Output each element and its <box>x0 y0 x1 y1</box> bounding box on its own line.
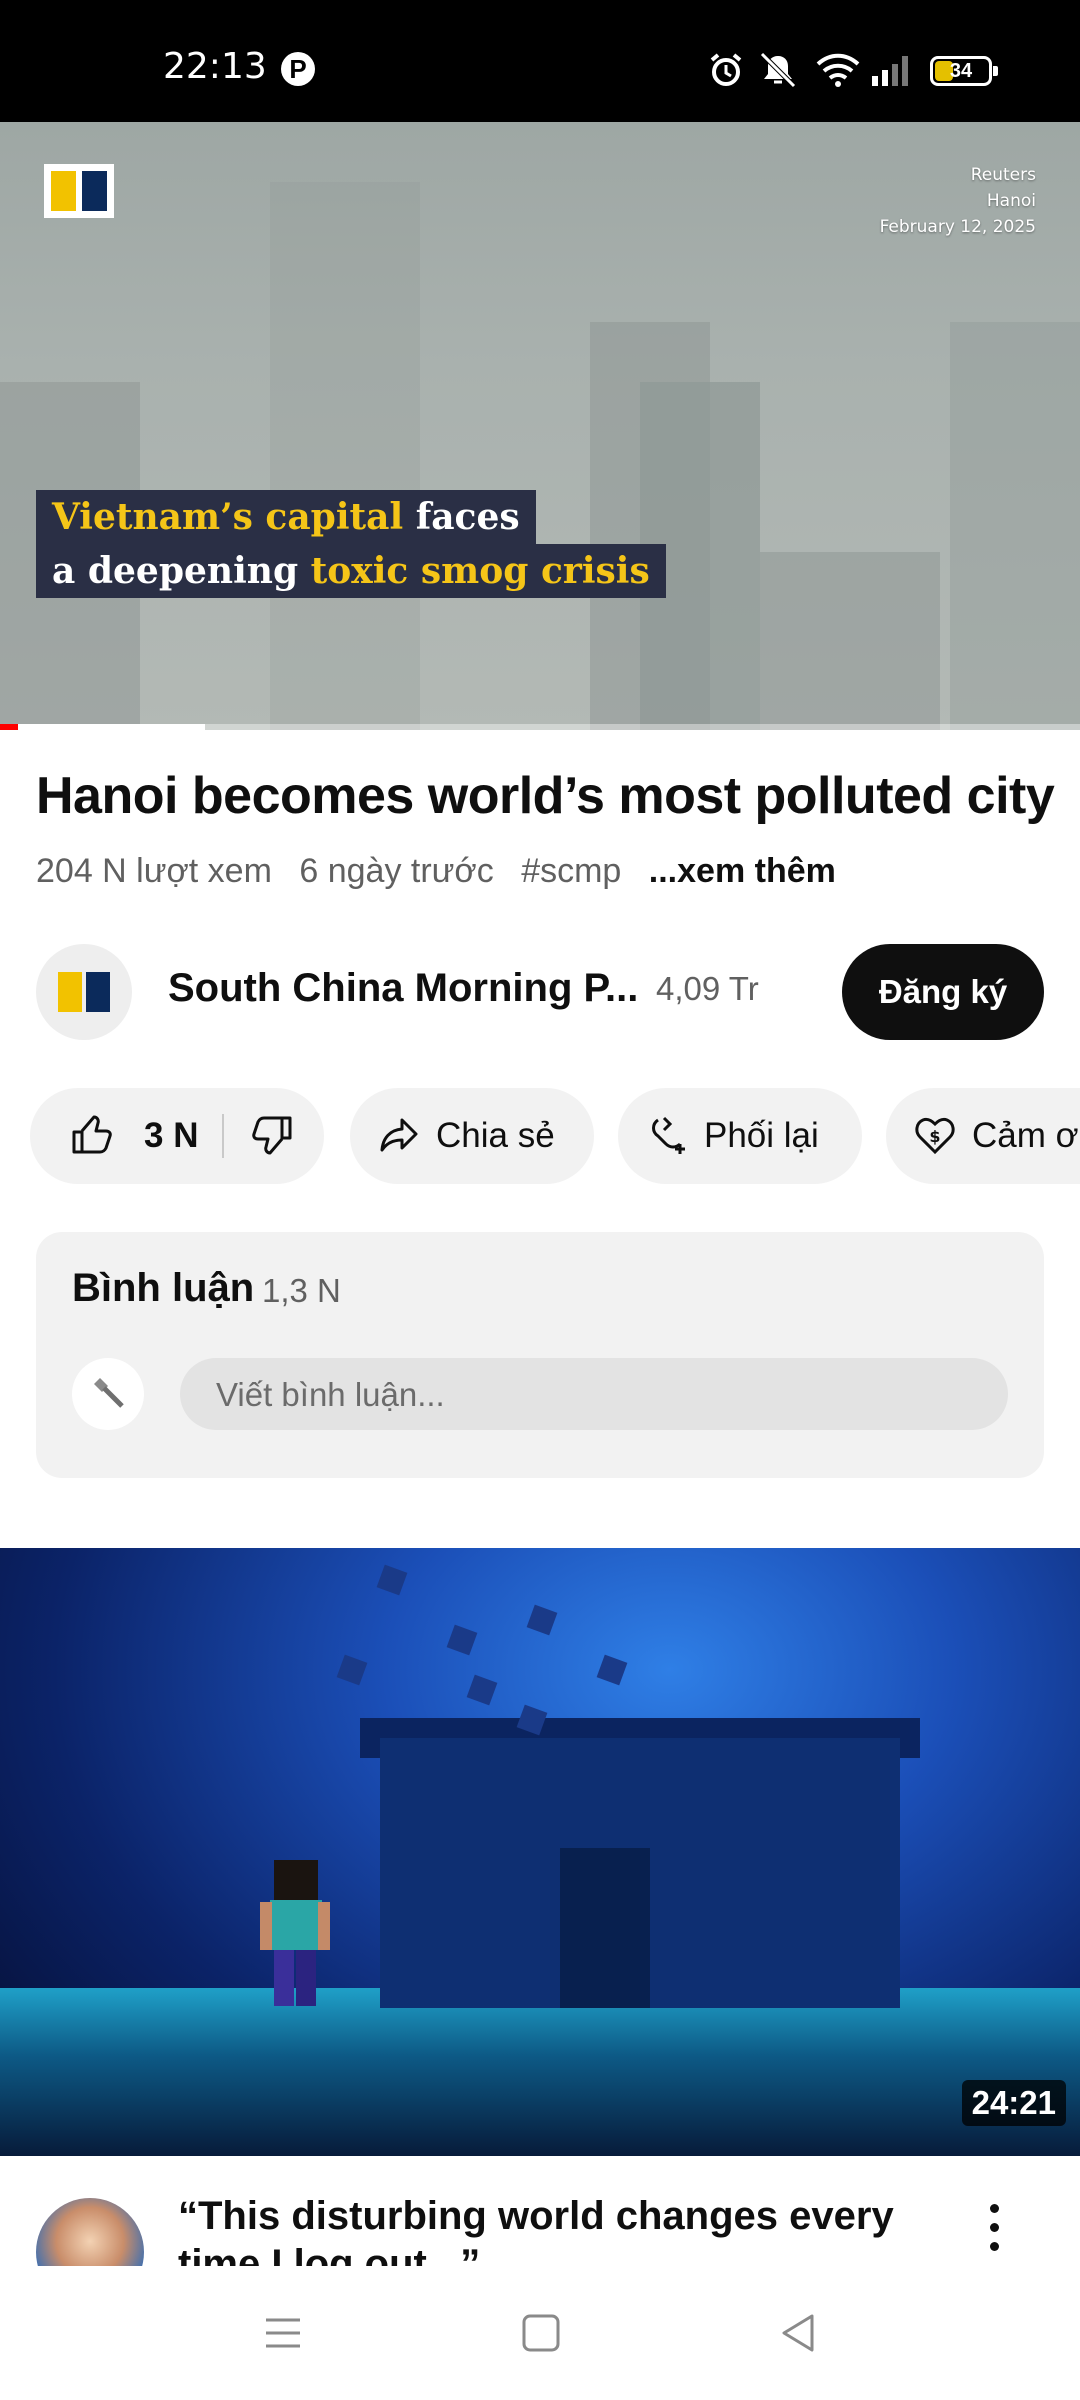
next-video-thumbnail[interactable]: 24:21 <box>0 1548 1080 2156</box>
caption-text-2: a deepening <box>52 550 311 592</box>
video-player[interactable]: Reuters Hanoi February 12, 2025 Vietnam’… <box>0 122 1080 730</box>
thanks-label: Cảm ơ <box>972 1116 1079 1155</box>
comments-count: 1,3 N <box>262 1272 341 1309</box>
credit-source: Reuters <box>970 165 1036 185</box>
comments-title: Bình luận <box>72 1266 255 1310</box>
scmp-logo <box>44 164 114 218</box>
next-video-title[interactable]: “This disturbing world changes every tim… <box>178 2192 938 2266</box>
video-details: Hanoi becomes world’s most polluted city… <box>0 730 1080 2400</box>
comments-section[interactable]: Bình luận 1,3 N Viết bình luận... <box>36 1232 1044 1478</box>
upload-age: 6 ngày trước <box>299 852 494 890</box>
next-channel-avatar[interactable] <box>36 2198 144 2266</box>
subscriber-count: 4,09 Tr <box>656 970 759 1007</box>
video-credit: Reuters Hanoi February 12, 2025 <box>880 162 1036 240</box>
progress-indicator <box>0 724 18 730</box>
signal-icon <box>872 56 908 86</box>
system-nav-bar <box>0 2266 1080 2400</box>
like-icon[interactable] <box>70 1114 112 1156</box>
pinterest-icon: P <box>281 52 315 86</box>
remix-icon <box>652 1116 685 1154</box>
dislike-icon[interactable] <box>252 1114 294 1156</box>
super-thanks-icon: $ <box>915 1117 955 1155</box>
home-icon[interactable] <box>520 2312 562 2354</box>
status-bar: 22:13 P 34 <box>0 0 1080 122</box>
comment-placeholder: Viết bình luận... <box>216 1376 445 1413</box>
hammer-icon <box>94 1378 124 1408</box>
video-duration: 24:21 <box>961 2080 1066 2126</box>
thanks-button[interactable]: $ Cảm ơ <box>886 1088 1080 1184</box>
like-count[interactable]: 3 N <box>144 1116 198 1156</box>
channel-avatar[interactable] <box>36 944 132 1040</box>
video-title[interactable]: Hanoi becomes world’s most polluted city <box>36 766 1055 826</box>
channel-name[interactable]: South China Morning P... <box>168 966 638 1011</box>
back-icon[interactable] <box>778 2312 820 2354</box>
like-divider <box>222 1114 224 1158</box>
svg-text:$: $ <box>929 1127 940 1146</box>
wifi-icon <box>816 53 860 87</box>
battery-level: 34 <box>949 60 973 82</box>
minecraft-character <box>260 1860 330 2006</box>
view-count: 204 N lượt xem <box>36 852 272 890</box>
alarm-icon <box>710 53 742 86</box>
share-label: Chia sẻ <box>436 1116 555 1155</box>
more-options-icon[interactable] <box>990 2204 1002 2261</box>
remix-button[interactable]: Phối lại <box>618 1088 862 1184</box>
credit-location: Hanoi <box>986 191 1036 211</box>
show-more-link[interactable]: ...xem thêm <box>649 852 836 890</box>
comment-input[interactable]: Viết bình luận... <box>180 1358 1008 1430</box>
video-meta[interactable]: 204 N lượt xem 6 ngày trước #scmp ...xem… <box>36 852 854 891</box>
recents-icon[interactable] <box>262 2312 304 2354</box>
channel-row: South China Morning P... 4,09 Tr Đăng ký <box>36 944 1044 1040</box>
hashtag-link[interactable]: #scmp <box>521 852 621 890</box>
remix-label: Phối lại <box>704 1116 819 1155</box>
caption-highlight-2: toxic smog crisis <box>310 550 650 592</box>
subscribe-button[interactable]: Đăng ký <box>842 944 1044 1040</box>
caption-text-1: faces <box>403 496 520 538</box>
action-bar: 3 N Chia sẻ Phối lại $ Cảm ơ <box>30 1088 1080 1184</box>
status-time: 22:13 <box>163 46 267 87</box>
share-button[interactable]: Chia sẻ <box>350 1088 594 1184</box>
video-caption: Vietnam’s capital faces a deepening toxi… <box>36 490 666 598</box>
next-video-info[interactable]: “This disturbing world changes every tim… <box>0 2156 1080 2266</box>
share-icon <box>380 1118 418 1152</box>
user-avatar <box>72 1358 144 1430</box>
caption-highlight-1: Vietnam’s capital <box>52 496 404 538</box>
battery-icon: 34 <box>930 56 998 86</box>
mute-vibrate-icon <box>760 52 796 88</box>
credit-date: February 12, 2025 <box>879 217 1036 237</box>
like-dislike-pill: 3 N <box>30 1088 324 1184</box>
